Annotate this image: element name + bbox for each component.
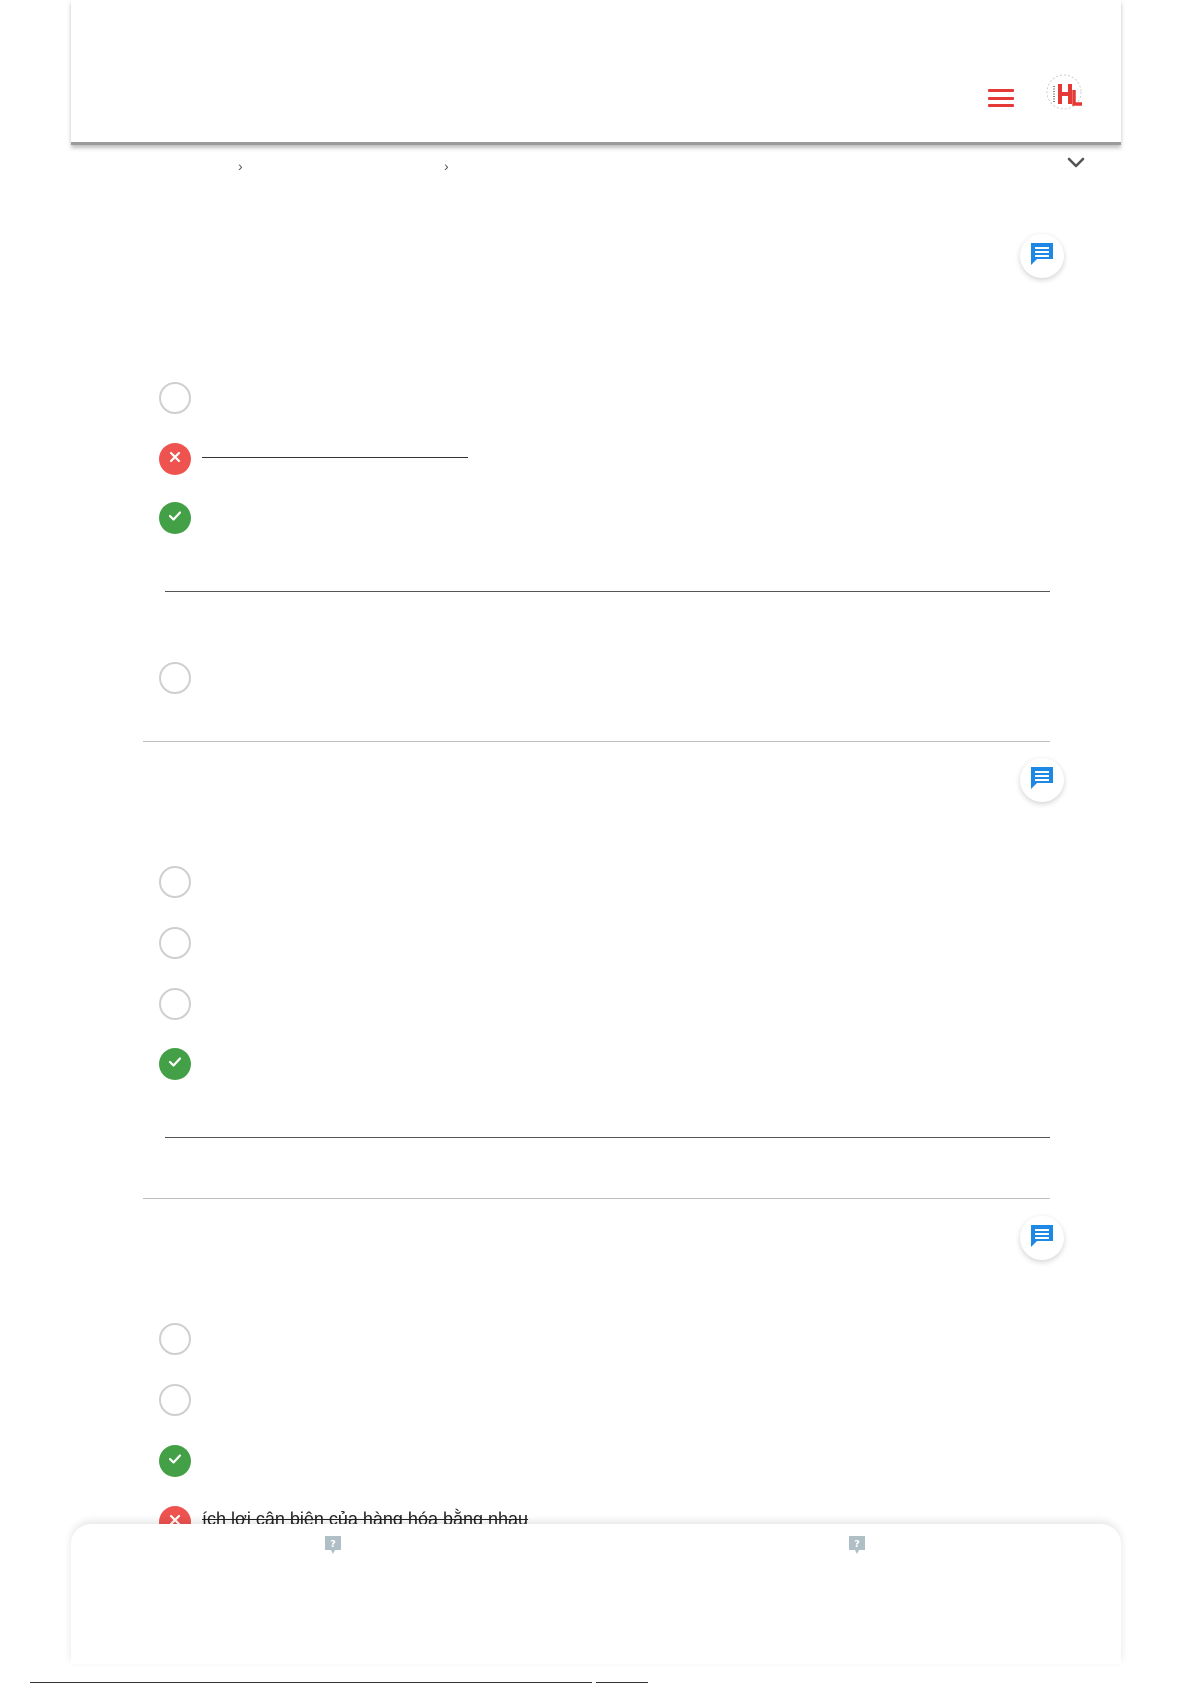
hamburger-menu-icon[interactable] xyxy=(988,89,1014,107)
comment-icon xyxy=(1028,1222,1056,1255)
answer-option-correct[interactable] xyxy=(159,1445,191,1477)
top-header xyxy=(71,0,1121,145)
answer-option[interactable] xyxy=(159,988,191,1020)
menu-line xyxy=(988,96,1014,100)
answer-option[interactable] xyxy=(159,1323,191,1355)
comment-button[interactable] xyxy=(1020,234,1064,278)
help-icon[interactable]: ? xyxy=(324,1535,342,1555)
close-icon xyxy=(169,450,181,468)
answer-option-correct[interactable] xyxy=(159,1048,191,1080)
help-icon[interactable]: ? xyxy=(848,1535,866,1555)
divider xyxy=(165,1137,1050,1138)
breadcrumb-separator: › xyxy=(444,158,449,174)
menu-line xyxy=(988,89,1014,92)
check-icon xyxy=(168,509,182,527)
answer-option[interactable] xyxy=(159,382,191,414)
comment-button[interactable] xyxy=(1020,758,1064,802)
check-icon xyxy=(168,1452,182,1470)
divider xyxy=(165,591,1050,592)
chevron-down-icon[interactable] xyxy=(1066,156,1086,170)
question-divider xyxy=(143,1198,1050,1199)
check-icon xyxy=(168,1055,182,1073)
menu-line xyxy=(988,104,1014,107)
bottom-panel xyxy=(71,1524,1121,1664)
svg-text:?: ? xyxy=(330,1539,336,1550)
footer-line xyxy=(30,1682,592,1683)
svg-text:?: ? xyxy=(854,1539,860,1550)
answer-option-wrong[interactable] xyxy=(159,443,191,475)
hl-logo-icon[interactable] xyxy=(1046,72,1086,112)
breadcrumb-separator: › xyxy=(238,158,243,174)
answer-option-correct[interactable] xyxy=(159,502,191,534)
comment-icon xyxy=(1028,764,1056,797)
footer-line xyxy=(596,1682,648,1683)
comment-icon xyxy=(1028,240,1056,273)
answer-option[interactable] xyxy=(159,662,191,694)
answer-option[interactable] xyxy=(159,1384,191,1416)
struck-answer-text xyxy=(202,457,468,458)
answer-option[interactable] xyxy=(159,927,191,959)
comment-button[interactable] xyxy=(1020,1216,1064,1260)
answer-option[interactable] xyxy=(159,866,191,898)
question-divider xyxy=(143,741,1050,742)
